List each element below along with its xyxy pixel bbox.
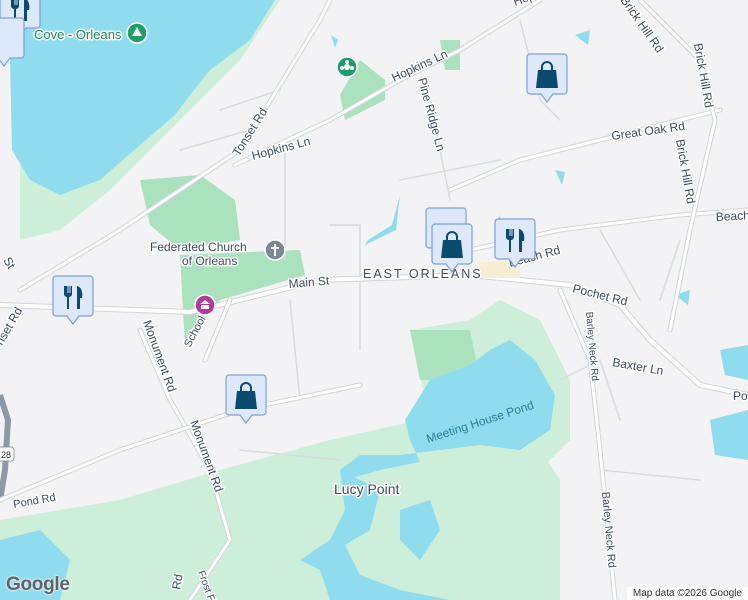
map-attribution[interactable]: Map data ©2026 Google — [626, 587, 748, 600]
map-canvas[interactable]: Cove - Orleans Tonset Rd Hopkins Ln Hopk… — [0, 0, 748, 600]
marker-shopping-south[interactable] — [225, 374, 267, 424]
label-pine-ridge: Pine Ridge Ln — [415, 76, 448, 152]
label-pochet: Pochet Rd — [571, 281, 629, 308]
label-main-st: Main St — [288, 273, 330, 291]
label-hopkins-ln: Hopkins Ln — [250, 134, 312, 163]
label-st: St — [0, 255, 18, 272]
route-28-shield: 28 — [0, 446, 15, 462]
marker-restaurant-main-st[interactable] — [52, 275, 94, 325]
park-pin-icon[interactable] — [126, 22, 148, 44]
label-baxter: Baxter Ln — [611, 355, 664, 378]
label-east-orleans: EAST ORLEANS — [363, 267, 483, 281]
label-church-2: of Orleans — [182, 254, 237, 268]
label-po: Po — [733, 389, 748, 403]
label-brick-hill-2: Brick Hill Rd — [673, 138, 698, 205]
google-logo[interactable]: Google — [6, 574, 70, 596]
svg-text:28: 28 — [1, 450, 11, 460]
label-church-1: Federated Church — [150, 240, 247, 254]
museum-pin-icon[interactable] — [194, 294, 216, 316]
label-barley-2: Barley Neck Rd — [599, 491, 618, 568]
garden-pin-icon[interactable] — [336, 56, 358, 78]
label-monument-1: Monument Rd — [140, 318, 179, 394]
label-cove: Cove - Orleans — [34, 27, 122, 42]
label-brick-top: Brick Hill Rd — [618, 0, 667, 55]
label-tonset-2: nset Rd — [0, 305, 25, 348]
label-beach: Beach — [715, 208, 748, 224]
label-rd-bottom: Rd — [169, 573, 185, 591]
label-brick-hill-1: Brick Hill Rd — [691, 42, 716, 109]
label-lucy-point: Lucy Point — [334, 481, 399, 497]
marker-shopping-top[interactable] — [526, 53, 568, 103]
marker-shopping-east-orleans[interactable] — [431, 223, 473, 273]
church-pin-icon[interactable] — [264, 239, 286, 261]
